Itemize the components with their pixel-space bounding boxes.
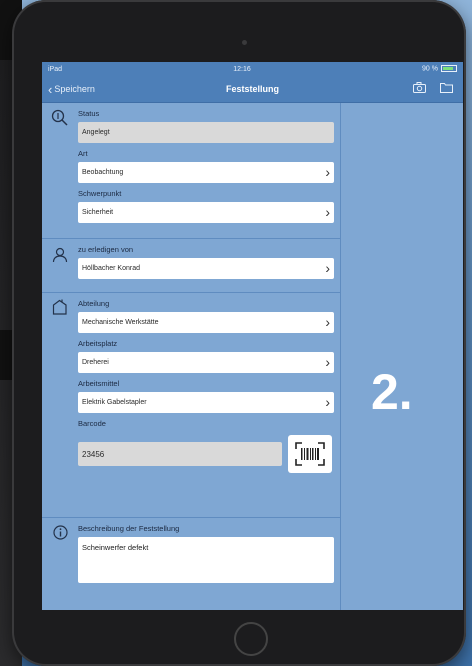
app-screen: iPad 12:16 90 % Feststellung ‹ Speichern (42, 62, 463, 610)
chevron-left-icon: ‹ (48, 81, 53, 97)
chevron-right-icon: › (325, 354, 330, 370)
art-select[interactable]: Beobachtung › (78, 162, 334, 183)
camera-icon[interactable] (413, 82, 426, 96)
chevron-right-icon: › (325, 260, 330, 276)
beschreibung-textarea[interactable]: Scheinwerfer defekt (78, 537, 334, 583)
art-value: Beobachtung (82, 169, 124, 176)
status-bar: iPad 12:16 90 % (42, 62, 463, 76)
back-save-button[interactable]: ‹ Speichern (48, 83, 95, 96)
barcode-row: 23456 (78, 435, 340, 473)
battery-indicator: 90 % (422, 65, 457, 73)
description-section: Beschreibung der Feststellung Scheinwerf… (42, 518, 340, 608)
zu-erledigen-value: Höllbacher Konrad (82, 265, 140, 272)
front-camera (242, 40, 247, 45)
navigation-bar: Feststellung ‹ Speichern (42, 76, 463, 103)
nav-actions (413, 82, 453, 96)
detail-pane: 2. (341, 103, 463, 610)
search-icon (51, 109, 69, 127)
abteilung-label: Abteilung (78, 299, 110, 308)
person-icon (51, 247, 69, 265)
back-save-label: Speichern (54, 84, 95, 94)
arbeitsmittel-label: Arbeitsmittel (78, 379, 120, 388)
chevron-right-icon: › (325, 314, 330, 330)
schwerpunkt-value: Sicherheit (82, 209, 114, 216)
folder-icon[interactable] (440, 82, 453, 96)
battery-icon (440, 65, 457, 73)
classification-section: Status Angelegt Art Beobachtung › Schwerp… (42, 103, 340, 239)
abteilung-select[interactable]: Mechanische Werkstätte › (78, 312, 334, 333)
overlay-step-number: 2. (371, 364, 413, 420)
info-icon (51, 525, 69, 543)
location-section: Abteilung Mechanische Werkstätte › Arbeit… (42, 293, 340, 518)
art-label: Art (78, 149, 88, 158)
barcode-scan-button[interactable] (288, 435, 332, 473)
arbeitsplatz-select[interactable]: Dreherei › (78, 352, 334, 373)
zu-erledigen-select[interactable]: Höllbacher Konrad › (78, 258, 334, 279)
barcode-field[interactable]: 23456 (78, 442, 282, 466)
abteilung-value: Mechanische Werkstätte (82, 319, 159, 326)
finding-form: Status Angelegt Art Beobachtung › Schwerp… (42, 103, 341, 610)
arbeitsmittel-select[interactable]: Elektrik Gabelstapler › (78, 392, 334, 413)
beschreibung-label: Beschreibung der Feststellung (78, 524, 180, 533)
chevron-right-icon: › (325, 204, 330, 220)
split-view: Status Angelegt Art Beobachtung › Schwerp… (42, 103, 463, 610)
clock: 12:16 (233, 65, 251, 73)
schwerpunkt-label: Schwerpunkt (78, 189, 122, 198)
schwerpunkt-select[interactable]: Sicherheit › (78, 202, 334, 223)
ipad-frame: iPad 12:16 90 % Feststellung ‹ Speichern (12, 0, 466, 666)
battery-percent: 90 % (422, 65, 438, 73)
barcode-value: 23456 (82, 449, 105, 459)
barcode-label: Barcode (78, 419, 106, 428)
building-icon (51, 299, 69, 317)
carrier-label: iPad (48, 65, 63, 73)
chevron-right-icon: › (325, 394, 330, 410)
status-label: Status (78, 109, 100, 118)
chevron-right-icon: › (325, 164, 330, 180)
status-field: Angelegt (78, 122, 334, 143)
home-button[interactable] (234, 622, 268, 656)
status-value: Angelegt (82, 129, 110, 136)
arbeitsmittel-value: Elektrik Gabelstapler (82, 399, 147, 406)
arbeitsplatz-value: Dreherei (82, 359, 109, 366)
page-title: Feststellung (225, 84, 279, 94)
barcode-scanner-icon (295, 442, 325, 466)
arbeitsplatz-label: Arbeitsplatz (78, 339, 118, 348)
assignee-section: zu erledigen von Höllbacher Konrad › (42, 239, 340, 293)
zu-erledigen-label: zu erledigen von (78, 245, 134, 254)
